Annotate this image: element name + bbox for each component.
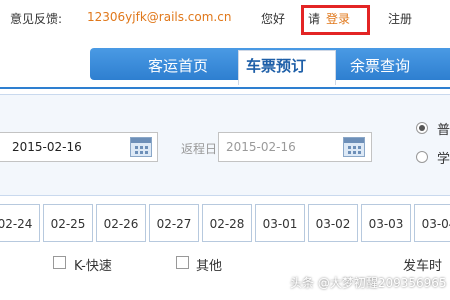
date-tab[interactable]: 03-01 xyxy=(255,204,305,242)
radio-label-regular: 普 xyxy=(437,123,450,138)
date-tab[interactable]: 03-03 xyxy=(361,204,411,242)
filter-label-k-express: K-快速 xyxy=(74,259,112,274)
return-date-label: 返程日 xyxy=(181,142,218,156)
return-date-field[interactable]: 2015-02-16 xyxy=(218,132,372,162)
depart-date-field[interactable]: 2015-02-16 xyxy=(0,132,158,162)
filter-label-other: 其他 xyxy=(196,259,223,274)
filter-checkbox-k-express[interactable] xyxy=(53,256,66,269)
feedback-email-link[interactable]: 12306yjfk@rails.com.cn xyxy=(87,10,231,24)
greeting-text: 您好 xyxy=(261,12,286,26)
tab-passenger-home[interactable]: 客运首页 xyxy=(148,55,208,76)
date-tab[interactable]: 03-04 xyxy=(414,204,450,242)
date-tab[interactable]: 02-27 xyxy=(149,204,199,242)
return-date-value: 2015-02-16 xyxy=(226,140,296,154)
date-tab[interactable]: 02-26 xyxy=(96,204,146,242)
calendar-icon[interactable] xyxy=(343,137,365,157)
watermark-text: 头条 @大梦初醒209356965 xyxy=(290,276,447,290)
date-tab[interactable]: 03-02 xyxy=(308,204,358,242)
date-tab[interactable]: 02-25 xyxy=(43,204,93,242)
filter-checkbox-other[interactable] xyxy=(176,256,189,269)
top-bar: 意见反馈: 12306yjfk@rails.com.cn 您好 请 登录 注册 xyxy=(0,0,450,40)
radio-ticket-type-regular[interactable] xyxy=(416,122,428,134)
depart-date-value: 2015-02-16 xyxy=(12,140,82,154)
date-tab[interactable]: 02-28 xyxy=(202,204,252,242)
depart-time-label: 发车时 xyxy=(403,259,443,274)
radio-label-student: 学 xyxy=(437,152,450,167)
calendar-icon[interactable] xyxy=(130,137,152,157)
tab-ticket-booking[interactable]: 车票预订 xyxy=(246,55,306,76)
tab-remaining-tickets[interactable]: 余票查询 xyxy=(350,55,410,76)
feedback-label: 意见反馈: xyxy=(10,12,63,26)
login-highlight-box xyxy=(301,5,370,35)
radio-ticket-type-student[interactable] xyxy=(416,151,428,163)
nav-underline xyxy=(0,87,450,89)
date-tab[interactable]: 02-24 xyxy=(0,204,40,242)
register-link[interactable]: 注册 xyxy=(388,10,412,27)
